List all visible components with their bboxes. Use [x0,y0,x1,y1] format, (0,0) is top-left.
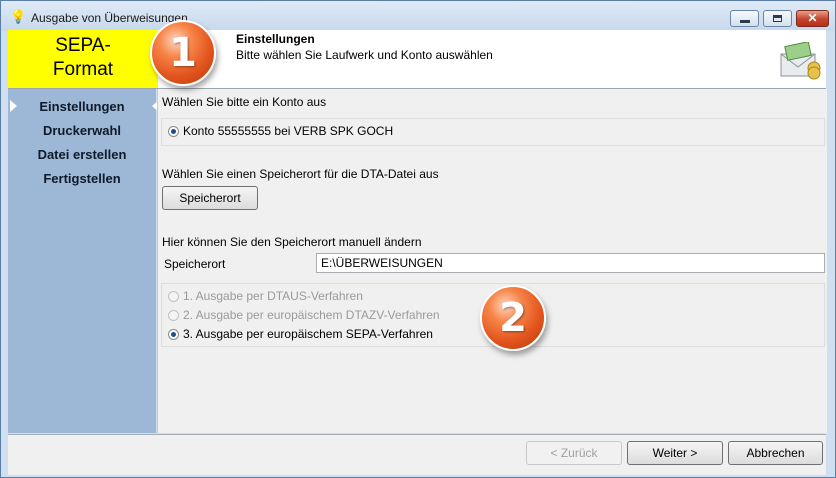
procedure-label-dtaus[interactable]: 1. Ausgabe per DTAUS-Verfahren [183,289,363,303]
storage-field-label: Speicherort [164,257,226,271]
maximize-button[interactable] [763,10,792,27]
choose-storage-button[interactable]: Speicherort [162,186,258,210]
account-radio[interactable] [168,126,179,137]
callout-badge-2: 2 [480,285,546,351]
cancel-button[interactable]: Abbrechen [728,441,823,465]
lightbulb-icon: 💡 [10,9,27,24]
sepa-badge-line1: SEPA- [55,35,111,56]
procedure-radio-dtazv[interactable] [168,310,179,321]
wizard-sidebar: Einstellungen Druckerwahl Datei erstelle… [8,89,159,433]
sepa-format-badge: SEPA- Format [8,30,158,88]
next-button[interactable]: Weiter > [627,441,723,465]
wizard-header: SEPA- Format Einstellungen Bitte wählen … [8,30,826,89]
title-bar[interactable]: 💡 Ausgabe von Überweisungen ✕ [1,1,835,31]
procedure-radio-dtaus[interactable] [168,291,179,302]
account-prompt: Wählen Sie bitte ein Konto aus [162,95,327,109]
window-title: Ausgabe von Überweisungen [31,11,188,25]
maximize-icon [773,15,782,22]
procedure-radio-sepa[interactable] [168,329,179,340]
sidebar-item-druckerwahl[interactable]: Druckerwahl [8,123,156,138]
back-button[interactable]: < Zurück [526,441,622,465]
wizard-footer: < Zurück Weiter > Abbrechen [8,434,826,475]
storage-path-input[interactable]: E:\ÜBERWEISUNGEN [316,253,825,273]
account-option-label[interactable]: Konto 55555555 bei VERB SPK GOCH [183,124,393,138]
sepa-badge-line2: Format [52,59,114,80]
storage-prompt: Wählen Sie einen Speicherort für die DTA… [162,167,439,181]
close-icon: ✕ [807,11,818,25]
step-title: Einstellungen [236,32,315,46]
account-group: Konto 55555555 bei VERB SPK GOCH [161,118,825,146]
wizard-content: Wählen Sie bitte ein Konto aus Konto 555… [157,89,827,433]
sidebar-item-fertigstellen[interactable]: Fertigstellen [8,171,156,186]
procedure-label-sepa[interactable]: 3. Ausgabe per europäischem SEPA-Verfahr… [183,327,433,341]
minimize-button[interactable] [730,10,759,27]
minimize-icon [740,20,750,23]
sidebar-item-datei-erstellen[interactable]: Datei erstellen [8,147,156,162]
manual-storage-prompt: Hier können Sie den Speicherort manuell … [162,235,422,249]
procedure-label-dtazv[interactable]: 2. Ausgabe per europäischem DTAZV-Verfah… [183,308,440,322]
money-envelope-icon [780,42,821,80]
sidebar-item-einstellungen[interactable]: Einstellungen [8,99,156,114]
callout-badge-1: 1 [150,20,216,86]
step-subtitle: Bitte wählen Sie Laufwerk und Konto ausw… [236,48,493,62]
close-button[interactable]: ✕ [796,10,829,27]
